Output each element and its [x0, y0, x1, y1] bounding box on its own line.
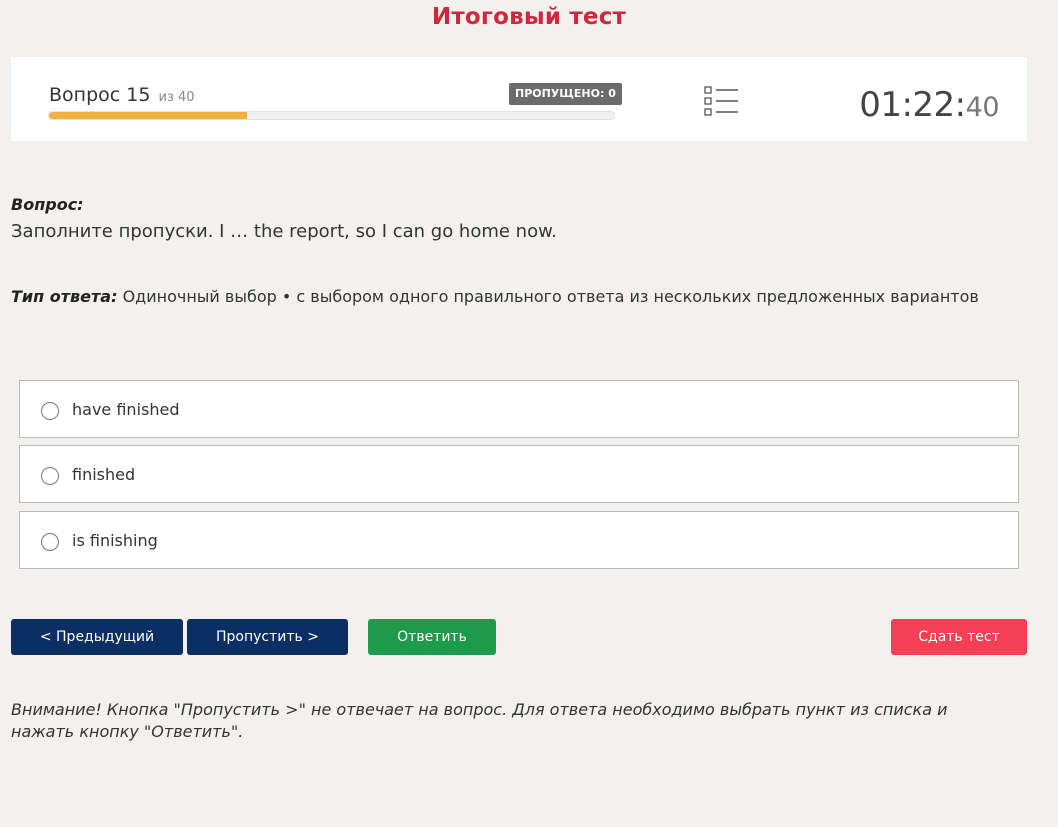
answer-type-text: Одиночный выбор • с выбором одного прави…	[122, 287, 979, 306]
answer-button[interactable]: Ответить	[368, 619, 496, 655]
answer-option-label: is finishing	[72, 531, 158, 550]
timer-seconds: 40	[965, 92, 1000, 123]
answer-option[interactable]: have finished	[19, 380, 1019, 438]
submit-test-button[interactable]: Сдать тест	[891, 619, 1027, 655]
progress-fill	[49, 112, 247, 119]
previous-button[interactable]: < Предыдущий	[11, 619, 183, 655]
answer-type-label: Тип ответа:	[11, 287, 118, 306]
question-label: Вопрос:	[11, 195, 84, 214]
radio-button[interactable]	[41, 533, 59, 551]
question-list-button[interactable]	[701, 85, 741, 119]
question-total: из 40	[158, 90, 195, 105]
test-header: Вопрос 15 из 40 ПРОПУЩЕНО: 0 01:22:40	[11, 57, 1027, 141]
answer-option-label: have finished	[72, 400, 180, 419]
notice-text: Внимание! Кнопка "Пропустить >" не отвеч…	[11, 700, 948, 741]
question-counter: Вопрос 15 из 40	[49, 84, 195, 106]
answer-type: Тип ответа: Одиночный выбор • с выбором …	[11, 287, 979, 306]
skip-button[interactable]: Пропустить >	[187, 619, 348, 655]
question-number: 15	[126, 84, 151, 106]
answer-option[interactable]: is finishing	[19, 511, 1019, 569]
progress-bar	[48, 111, 615, 120]
question-word: Вопрос	[49, 84, 121, 106]
timer-main: 01:22:	[859, 85, 966, 125]
list-icon	[704, 86, 738, 116]
answer-option-label: finished	[72, 465, 136, 484]
skipped-badge: ПРОПУЩЕНО: 0	[509, 83, 622, 105]
page-title: Итоговый тест	[431, 4, 627, 30]
question-text: Заполните пропуски. I … the report, so I…	[11, 221, 557, 242]
radio-button[interactable]	[41, 467, 59, 485]
radio-button[interactable]	[41, 402, 59, 420]
answer-option[interactable]: finished	[19, 445, 1019, 503]
timer: 01:22:40	[859, 85, 999, 125]
